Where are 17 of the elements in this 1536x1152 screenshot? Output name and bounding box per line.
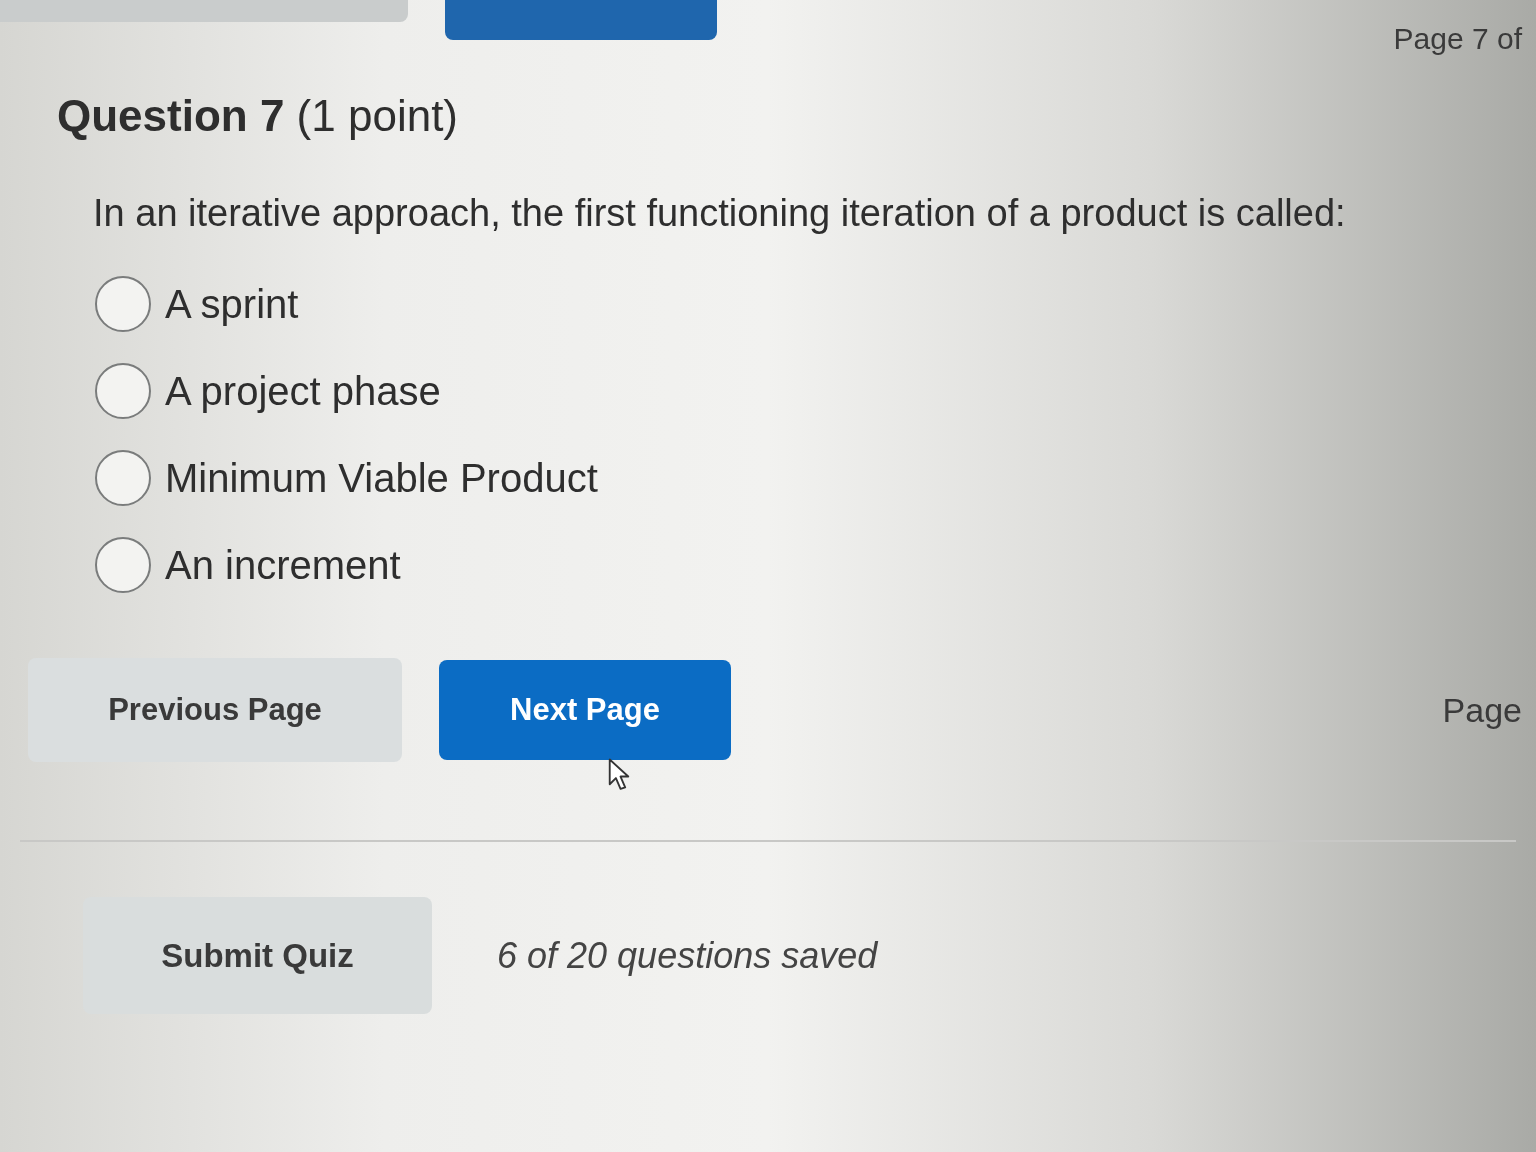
option-label: An increment	[165, 541, 401, 589]
radio-button[interactable]	[95, 275, 151, 332]
option-label: A project phase	[165, 367, 441, 415]
option-label: Minimum Viable Product	[165, 454, 598, 502]
save-status: 6 of 20 questions saved	[497, 933, 878, 978]
next-page-button[interactable]: Next Page	[439, 660, 731, 760]
page-indicator: Page	[1442, 689, 1522, 731]
question-text: In an iterative approach, the first functioning iteration of a product is called:	[93, 191, 1346, 236]
page-indicator: Page 7 of	[1393, 21, 1522, 57]
previous-page-button[interactable]: Previous Page	[28, 658, 402, 762]
option-label: A sprint	[165, 280, 299, 328]
pointer-icon	[608, 758, 630, 792]
submit-quiz-button[interactable]: Submit Quiz	[83, 897, 432, 1014]
question-heading: Question 7 (1 point)	[57, 90, 459, 142]
radio-button[interactable]	[95, 449, 151, 506]
radio-button[interactable]	[95, 536, 151, 593]
radio-button[interactable]	[95, 362, 151, 419]
